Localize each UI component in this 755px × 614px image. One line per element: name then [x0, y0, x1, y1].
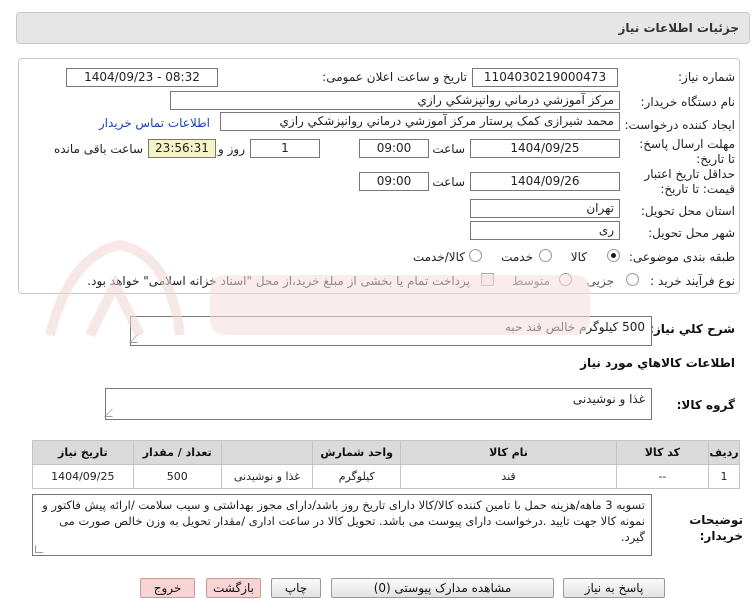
goods-table: ردیف کد کالا نام کالا واحد شمارش تعداد /…: [32, 440, 740, 489]
view-attachments-button[interactable]: مشاهده مدارک پیوستی (0): [331, 578, 554, 598]
col-header-goods-name: نام کالا: [400, 440, 617, 465]
goods-group-label: گروه کالا:: [676, 398, 735, 412]
cell-quantity: 500: [132, 464, 222, 489]
page-title: جزئیات اطلاعات نیاز: [618, 21, 739, 35]
process-radio-medium[interactable]: [559, 273, 572, 286]
need-summary-field[interactable]: 500 کیلوگرم خالص قند حبه: [130, 316, 652, 346]
col-header-group: [220, 440, 314, 465]
remaining-time-label: ساعت باقی مانده: [53, 142, 143, 156]
process-option-minor: جزیی: [586, 274, 614, 288]
category-option-service: خدمت: [501, 250, 533, 264]
buyer-contact-link[interactable]: اطلاعات تماس خریدار: [99, 116, 210, 130]
print-button[interactable]: چاپ: [271, 578, 321, 598]
category-label: طبقه بندی موضوعی:: [628, 250, 735, 264]
announce-datetime-field[interactable]: 1404/09/23 - 08:32: [66, 68, 218, 87]
reply-date-field[interactable]: 1404/09/25: [470, 139, 620, 158]
goods-table-header-row: ردیف کد کالا نام کالا واحد شمارش تعداد /…: [32, 440, 740, 465]
cell-goods-code: --: [615, 464, 710, 489]
treasury-payment-note: پرداخت تمام یا بخشی از مبلغ خرید،از محل …: [87, 274, 470, 288]
price-validity-label: حداقل تاریخ اعتبار قیمت: تا تاریخ:: [644, 167, 735, 196]
col-header-unit: واحد شمارش: [312, 440, 402, 465]
category-radio-service[interactable]: [539, 249, 552, 262]
buyer-description-label: توضیحات خریدار:: [689, 513, 743, 543]
col-header-need-date: تاریخ نیاز: [32, 440, 134, 465]
days-field[interactable]: 1: [250, 139, 320, 158]
table-row[interactable]: 1 -- قند کیلوگرم غذا و نوشیدنی 500 1404/…: [32, 464, 740, 489]
col-header-row-number: ردیف: [708, 440, 740, 465]
process-type-label: نوع فرآیند خرید :: [650, 274, 735, 288]
col-header-goods-code: کد کالا: [615, 440, 710, 465]
buyer-description-field[interactable]: تسویه 3 ماهه/هزینه حمل با تامین کننده کا…: [32, 494, 652, 556]
reply-time-field[interactable]: 09:00: [359, 139, 429, 158]
announce-datetime-label: تاریخ و ساعت اعلان عمومی:: [322, 70, 467, 84]
need-number-label: شماره نیاز:: [678, 70, 735, 84]
category-option-goods: کالا: [570, 250, 587, 264]
days-label: روز و: [218, 142, 245, 156]
category-radio-goods[interactable]: [607, 249, 620, 262]
cell-unit: کیلوگرم: [312, 464, 402, 489]
category-radio-goods-service[interactable]: [469, 249, 482, 262]
reply-deadline-label: مهلت ارسال پاسخ: تا تاریخ:: [639, 137, 735, 166]
category-option-goods-service: کالا/خدمت: [412, 250, 465, 264]
col-header-quantity: تعداد / مقدار: [132, 440, 222, 465]
reply-to-need-button[interactable]: پاسخ به نیاز: [563, 578, 665, 598]
province-label: استان محل تحویل:: [640, 204, 735, 218]
reply-time-label: ساعت: [432, 142, 465, 156]
exit-button[interactable]: خروج: [140, 578, 195, 598]
cell-goods-name: قند: [400, 464, 617, 489]
treasury-payment-checkbox[interactable]: [481, 273, 494, 286]
cell-row-number: 1: [708, 464, 740, 489]
need-summary-label: شرح کلي نياز:: [649, 322, 735, 336]
validity-date-field[interactable]: 1404/09/26: [470, 172, 620, 191]
goods-info-title: اطلاعات کالاهاي مورد نياز: [580, 356, 735, 370]
process-option-medium: متوسط: [512, 274, 550, 288]
goods-group-field[interactable]: غذا و نوشیدنی: [105, 388, 652, 420]
remaining-time-field: 23:56:31: [148, 139, 216, 158]
requester-field[interactable]: محمد شیرازی کمک پرستار مرکز آموزشي درمان…: [220, 112, 620, 131]
buyer-org-label: نام دستگاه خریدار:: [640, 95, 736, 109]
process-radio-minor[interactable]: [626, 273, 639, 286]
need-number-field[interactable]: 1104030219000473: [472, 68, 618, 87]
page-title-bar: جزئیات اطلاعات نیاز: [16, 12, 750, 44]
city-field[interactable]: ری: [470, 221, 620, 240]
province-field[interactable]: تهران: [470, 199, 620, 218]
requester-label: ایجاد کننده درخواست:: [624, 118, 735, 132]
validity-time-field[interactable]: 09:00: [359, 172, 429, 191]
cell-group: غذا و نوشیدنی: [220, 464, 314, 489]
buyer-org-field[interactable]: مرکز آموزشي درماني روانپزشكي رازي: [170, 91, 620, 110]
city-label: شهر محل تحویل:: [648, 226, 735, 240]
validity-time-label: ساعت: [432, 175, 465, 189]
cell-need-date: 1404/09/25: [32, 464, 134, 489]
back-button[interactable]: بازگشت: [206, 578, 261, 598]
